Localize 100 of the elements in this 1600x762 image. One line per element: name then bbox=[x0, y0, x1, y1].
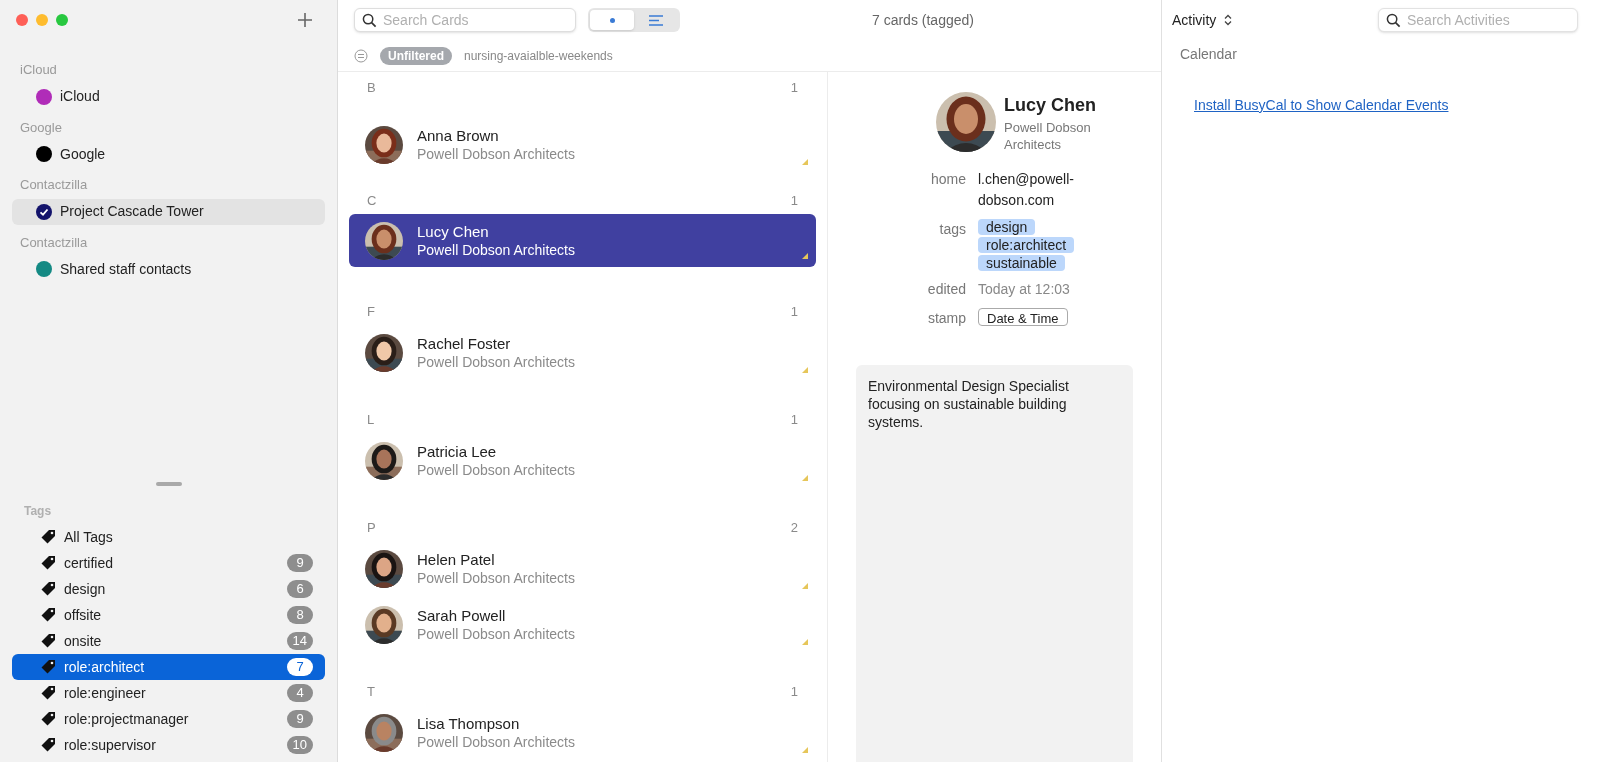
contact-card[interactable]: Anna Brown Powell Dobson Architects bbox=[349, 117, 816, 173]
tag-chip: design bbox=[978, 219, 1036, 235]
contact-company: Powell Dobson Architects bbox=[417, 733, 575, 751]
contact-name: Helen Patel bbox=[417, 551, 496, 569]
account-item[interactable]: Google bbox=[12, 141, 325, 167]
section-letter: T bbox=[367, 683, 375, 702]
calendar-heading: Calendar bbox=[1179, 45, 1238, 64]
section-letter: P bbox=[367, 519, 376, 538]
tag-item[interactable]: offsite 8 bbox=[12, 602, 325, 628]
field-label: home bbox=[929, 170, 966, 189]
count-badge: 6 bbox=[287, 580, 313, 598]
tag-icon bbox=[40, 737, 56, 753]
add-icon[interactable] bbox=[297, 12, 313, 28]
count-badge: 9 bbox=[287, 710, 313, 728]
tag-item[interactable]: role:engineer 4 bbox=[12, 680, 325, 706]
tag-label: role:architect bbox=[64, 657, 145, 677]
field-label: stamp bbox=[926, 309, 966, 328]
tag-item[interactable]: onsite 14 bbox=[12, 628, 325, 654]
activity-menu[interactable]: Activity bbox=[1172, 9, 1233, 31]
count-badge: 10 bbox=[286, 736, 313, 754]
field-label: tags bbox=[938, 220, 966, 239]
edited-value: Today at 12:03 bbox=[978, 280, 1070, 299]
search-field[interactable]: Search Cards bbox=[354, 8, 576, 32]
tag-item[interactable]: All Tags bbox=[12, 524, 325, 550]
contact-name: Rachel Foster bbox=[417, 335, 512, 353]
corner-mark-icon bbox=[802, 159, 808, 165]
section-letter: F bbox=[367, 303, 375, 322]
stamp-button[interactable]: Date & Time bbox=[978, 308, 1068, 326]
tag-icon bbox=[40, 581, 56, 597]
zoom-button[interactable] bbox=[56, 14, 68, 26]
tag-label: role:supervisor bbox=[64, 735, 156, 755]
minimize-button[interactable] bbox=[36, 14, 48, 26]
install-link[interactable]: Install BusyCal to Show Calendar Events bbox=[1172, 95, 1590, 116]
account-item[interactable]: iCloud bbox=[12, 83, 325, 110]
tag-icon bbox=[40, 607, 56, 623]
contact-company: Powell Dobson Architects bbox=[417, 461, 575, 479]
filter-name: nursing-avaialble-weekends bbox=[464, 47, 613, 65]
group-heading: Contactzilla bbox=[19, 233, 89, 252]
section-count: 1 bbox=[790, 192, 798, 211]
tag-item[interactable]: role:supervisor 10 bbox=[12, 732, 325, 758]
detail-name: Lucy Chen bbox=[1004, 94, 1097, 117]
section-letter: B bbox=[367, 79, 376, 98]
field-label: edited bbox=[926, 280, 966, 299]
tag-icon bbox=[40, 685, 56, 701]
contact-company: Powell Dobson Architects bbox=[417, 145, 575, 163]
contact-card[interactable]: Lucy Chen Powell Dobson Architects bbox=[349, 214, 816, 267]
contact-name: Sarah Powell bbox=[417, 607, 507, 625]
contact-card[interactable]: Lisa Thompson Powell Dobson Architects bbox=[349, 705, 816, 761]
section-count: 1 bbox=[790, 683, 798, 702]
tag-label: design bbox=[64, 579, 106, 599]
tag-item[interactable]: design 6 bbox=[12, 576, 325, 602]
tag-label: role:engineer bbox=[64, 683, 146, 703]
tag-chip: sustainable bbox=[978, 255, 1065, 271]
tag-label: role:projectmanager bbox=[64, 709, 189, 729]
account-item[interactable]: Project Cascade Tower bbox=[12, 198, 325, 225]
resize-handle[interactable] bbox=[155, 482, 182, 486]
contact-card[interactable]: Helen Patel Powell Dobson Architects bbox=[349, 541, 816, 597]
corner-mark-icon bbox=[802, 639, 808, 645]
search-icon bbox=[362, 13, 377, 28]
detail-company: Powell Dobson Architects bbox=[1004, 119, 1092, 153]
corner-mark-icon bbox=[802, 253, 808, 259]
tag-item[interactable]: role:projectmanager 9 bbox=[12, 706, 325, 732]
group-heading: iCloud bbox=[19, 61, 58, 79]
section-letter: L bbox=[367, 411, 375, 430]
tag-label: onsite bbox=[64, 631, 102, 651]
contact-card[interactable]: Rachel Foster Powell Dobson Architects bbox=[349, 325, 816, 381]
section-count: 1 bbox=[790, 79, 798, 98]
email-value: l.chen@powell-dobson.com bbox=[978, 170, 1075, 210]
account-item[interactable]: Shared staff contacts bbox=[12, 256, 325, 282]
tag-label: certified bbox=[64, 553, 114, 573]
count-badge: 8 bbox=[287, 606, 313, 624]
contact-name: Patricia Lee bbox=[417, 443, 498, 461]
tag-label: offsite bbox=[64, 605, 102, 625]
filter-icon[interactable] bbox=[354, 48, 368, 63]
contact-company: Powell Dobson Architects bbox=[417, 353, 575, 371]
account-name: Project Cascade Tower bbox=[60, 202, 204, 221]
contact-name: Anna Brown bbox=[417, 127, 500, 145]
tag-item[interactable]: role:architect 7 bbox=[12, 654, 325, 680]
tag-icon bbox=[40, 633, 56, 649]
tag-item[interactable]: certified 9 bbox=[12, 550, 325, 576]
contact-company: Powell Dobson Architects bbox=[417, 625, 575, 643]
count-badge: 4 bbox=[287, 684, 313, 702]
contact-company: Powell Dobson Architects bbox=[417, 240, 575, 259]
contact-company: Powell Dobson Architects bbox=[417, 569, 575, 587]
contact-card[interactable]: Sarah Powell Powell Dobson Architects bbox=[349, 597, 816, 653]
close-button[interactable] bbox=[16, 14, 28, 26]
dot-icon bbox=[609, 17, 615, 23]
note-text: Environmental Design Specialist focusing on sustainable building systems. bbox=[868, 377, 1070, 431]
tag-icon bbox=[40, 555, 56, 571]
corner-mark-icon bbox=[802, 583, 808, 589]
count-badge: 9 bbox=[287, 554, 313, 572]
tag-icon bbox=[40, 529, 56, 545]
view-segment[interactable] bbox=[590, 10, 634, 30]
group-heading: Contactzilla bbox=[19, 176, 89, 194]
contact-card[interactable]: Patricia Lee Powell Dobson Architects bbox=[349, 433, 816, 489]
activity-search-field[interactable]: Search Activities bbox=[1378, 8, 1578, 32]
count-badge: 14 bbox=[286, 632, 313, 650]
tags-heading: Tags bbox=[23, 503, 53, 520]
account-name: Shared staff contacts bbox=[60, 259, 192, 279]
contact-name: Lucy Chen bbox=[417, 222, 490, 241]
